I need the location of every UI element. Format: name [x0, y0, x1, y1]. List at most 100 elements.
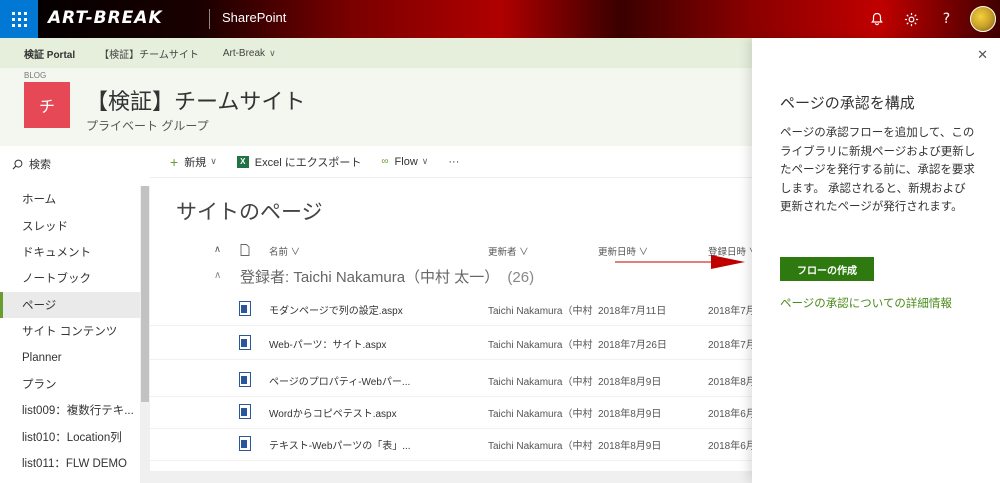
- panel-description: ページの承認フローを追加して、このライブラリに新規ページおよび更新したページを発…: [780, 127, 976, 214]
- row-modified-by: Taichi Nakamura（中村 太: [488, 441, 593, 452]
- nav-scrollbar[interactable]: [140, 186, 150, 483]
- row-created: 2018年7月: [708, 306, 756, 317]
- site-subtitle: プライベート グループ: [86, 119, 209, 133]
- nav-item-notebook[interactable]: ノートブック: [0, 265, 140, 291]
- nav-list: ホーム スレッド ドキュメント ノートブック ページ サイト コンテンツ Pla…: [0, 186, 140, 476]
- nav-item-documents[interactable]: ドキュメント: [0, 239, 140, 265]
- row-created: 2018年6月: [708, 441, 756, 452]
- new-label: 新規: [184, 156, 207, 169]
- table-row[interactable]: ページのプロパティ-Webパー... Taichi Nakamura（中村 太 …: [150, 363, 760, 397]
- nav-item-pages[interactable]: ページ: [0, 291, 140, 318]
- flow-button[interactable]: ∞ Flow ∨: [381, 156, 428, 168]
- row-name[interactable]: Wordからコピペテスト.aspx: [269, 405, 459, 420]
- chevron-down-icon: ∨: [269, 47, 276, 58]
- plus-icon: +: [170, 153, 179, 170]
- hub-navigation: 検証 Portal 【検証】チームサイト Art-Break ∨: [0, 38, 760, 68]
- hub-item-art-break[interactable]: Art-Break ∨: [223, 48, 276, 59]
- annotation-arrow: [615, 255, 745, 269]
- row-modified-by: Taichi Nakamura（中村 太: [488, 340, 593, 351]
- nav-item-list009[interactable]: list009：複数行テキ...: [0, 397, 140, 423]
- group-collapse-icon[interactable]: ∧: [214, 270, 221, 281]
- row-modified-by: Taichi Nakamura（中村 太: [488, 409, 593, 420]
- page-icon: [239, 372, 251, 387]
- row-created: 2018年7月: [708, 340, 756, 351]
- search-box[interactable]: 検索: [12, 156, 51, 172]
- row-modified-by: Taichi Nakamura（中村 太: [488, 377, 593, 388]
- waffle-icon: [11, 11, 27, 27]
- column-label: 名前: [269, 247, 289, 258]
- suite-bar: ART-BREAK SharePoint ?: [0, 0, 1000, 38]
- page-icon: [239, 335, 251, 350]
- row-name[interactable]: モダンページで列の設定.aspx: [269, 302, 459, 317]
- learn-more-link[interactable]: ページの承認についての詳細情報: [780, 295, 952, 311]
- page-icon: [239, 301, 251, 316]
- group-label: 登録者: Taichi Nakamura（中村 太一）: [240, 269, 500, 286]
- blog-label: BLOG: [24, 71, 47, 80]
- export-excel-label: Excel にエクスポート: [254, 156, 362, 169]
- page-title: サイトのページ: [176, 201, 323, 224]
- table-row[interactable]: モダンページで列の設定.aspx Taichi Nakamura（中村 太 20…: [150, 292, 760, 326]
- flow-label: Flow: [394, 155, 418, 168]
- row-modified-by: Taichi Nakamura（中村 太: [488, 306, 593, 317]
- row-created: 2018年8月: [708, 377, 756, 388]
- site-header: BLOG チ 【検証】チームサイト プライベート グループ: [0, 68, 760, 146]
- main-content: サイトのページ ∧ 名前 ∨ 更新者 ∨ 更新日時 ∨ 登録日時 ∨ ∧ 登録者…: [150, 178, 760, 483]
- suite-icons: ?: [859, 0, 1000, 38]
- row-name[interactable]: Web-パーツ：サイト.aspx: [269, 336, 459, 351]
- row-modified: 2018年8月9日: [598, 409, 662, 420]
- create-flow-button[interactable]: フローの作成: [780, 257, 874, 281]
- nav-item-home[interactable]: ホーム: [0, 186, 140, 212]
- bell-icon[interactable]: [859, 0, 894, 38]
- group-header[interactable]: 登録者: Taichi Nakamura（中村 太一） (26): [240, 266, 534, 287]
- nav-item-list011[interactable]: list011：FLW DEMO: [0, 450, 140, 476]
- help-icon[interactable]: ?: [929, 0, 964, 38]
- app-launcher-button[interactable]: [0, 0, 38, 38]
- nav-item-conversations[interactable]: スレッド: [0, 212, 140, 238]
- row-name[interactable]: ページのプロパティ-Webパー...: [269, 373, 459, 388]
- row-modified: 2018年7月26日: [598, 340, 667, 351]
- divider: [209, 9, 210, 29]
- close-icon[interactable]: ✕: [977, 48, 988, 63]
- file-type-icon[interactable]: [240, 244, 250, 259]
- site-title[interactable]: 【検証】チームサイト: [86, 84, 305, 116]
- gear-icon[interactable]: [894, 0, 929, 38]
- panel-title: ページの承認を構成: [780, 95, 915, 112]
- page-icon: [239, 436, 251, 451]
- hub-item-team-site[interactable]: 【検証】チームサイト: [99, 46, 199, 61]
- scrollbar-thumb[interactable]: [141, 186, 149, 402]
- column-header-modified-by[interactable]: 更新者 ∨: [488, 244, 529, 258]
- column-header-name[interactable]: 名前 ∨: [269, 244, 300, 258]
- avatar[interactable]: [970, 6, 996, 32]
- more-button[interactable]: ···: [448, 156, 459, 168]
- horizontal-scrollbar[interactable]: [150, 471, 760, 483]
- table-row[interactable]: Web-パーツ：サイト.aspx Taichi Nakamura（中村 太 20…: [150, 326, 760, 360]
- brand-logo[interactable]: ART-BREAK: [48, 8, 163, 30]
- excel-icon: X: [236, 155, 249, 168]
- chevron-down-icon: ∨: [210, 156, 217, 166]
- site-logo[interactable]: チ: [24, 82, 70, 128]
- left-navigation: 検索 ホーム スレッド ドキュメント ノートブック ページ サイト コンテンツ …: [0, 146, 150, 483]
- nav-item-site-contents[interactable]: サイト コンテンツ: [0, 318, 140, 344]
- search-label: 検索: [29, 159, 51, 171]
- app-name[interactable]: SharePoint: [222, 10, 286, 25]
- nav-item-plan[interactable]: プラン: [0, 371, 140, 397]
- collapse-all-icon[interactable]: ∧: [214, 244, 221, 255]
- new-button[interactable]: + 新規 ∨: [170, 154, 217, 170]
- command-bar: + 新規 ∨ X Excel にエクスポート ∞ Flow ∨ ···: [150, 146, 760, 178]
- hub-item-portal[interactable]: 検証 Portal: [24, 46, 75, 61]
- row-modified: 2018年8月9日: [598, 377, 662, 388]
- page-icon: [239, 404, 251, 419]
- row-modified: 2018年8月9日: [598, 441, 662, 452]
- table-row[interactable]: Wordからコピペテスト.aspx Taichi Nakamura（中村 太 2…: [150, 395, 760, 429]
- search-icon: [12, 159, 23, 169]
- row-created: 2018年6月: [708, 409, 756, 420]
- hub-item-label: Art-Break: [222, 47, 266, 59]
- nav-item-planner[interactable]: Planner: [0, 344, 140, 370]
- configure-approval-panel: ✕ ページの承認を構成 ページの承認フローを追加して、このライブラリに新規ページ…: [752, 38, 1000, 483]
- chevron-down-icon: ∨: [421, 156, 429, 166]
- table-row[interactable]: テキスト-Webパーツの「表」... Taichi Nakamura（中村 太 …: [150, 427, 760, 461]
- export-excel-button[interactable]: X Excel にエクスポート: [236, 154, 362, 170]
- nav-item-list010[interactable]: list010：Location列: [0, 424, 140, 450]
- group-count: (26): [507, 269, 535, 286]
- row-name[interactable]: テキスト-Webパーツの「表」...: [269, 437, 459, 452]
